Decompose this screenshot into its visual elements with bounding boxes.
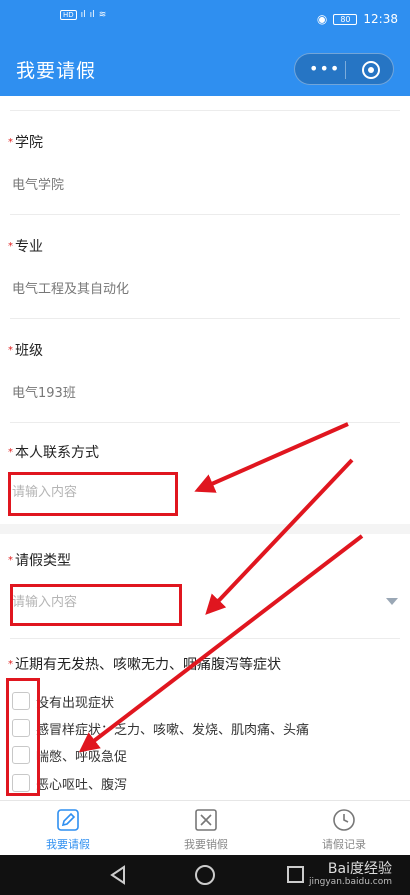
divider <box>10 638 400 639</box>
chevron-down-icon[interactable] <box>386 598 398 605</box>
annotation-box-leave-type <box>10 584 182 626</box>
divider <box>10 110 400 111</box>
system-nav-bar: Bai度经验 jingyan.baidu.com <box>0 855 410 895</box>
home-icon[interactable] <box>195 865 215 885</box>
annotation-box-checkboxes <box>6 678 40 796</box>
required-mark: * <box>8 659 13 670</box>
required-mark: * <box>8 447 13 458</box>
annotation-box-contact <box>8 472 178 516</box>
major-value: 电气工程及其自动化 <box>12 282 130 297</box>
capsule-divider <box>345 61 346 79</box>
required-mark: * <box>8 555 13 566</box>
battery-icon: 80 <box>333 13 358 25</box>
status-right: ◉ 80 12:38 <box>317 12 398 26</box>
clock-time: 12:38 <box>363 12 398 26</box>
tab-label: 我要销假 <box>184 838 228 851</box>
tab-label: 请假记录 <box>322 838 366 851</box>
tab-bar: 我要请假 我要销假 请假记录 <box>0 800 410 855</box>
field-label: * 专业 <box>8 239 43 255</box>
tab-cancel-leave[interactable]: 我要销假 <box>146 807 266 852</box>
nav-bar: 我要请假 ••• <box>0 44 410 96</box>
pencil-icon <box>57 809 79 831</box>
signal-icon: ıl <box>89 10 95 20</box>
tab-label: 我要请假 <box>46 838 90 851</box>
college-value: 电气学院 <box>12 178 65 193</box>
miniprogram-capsule: ••• <box>294 53 394 85</box>
required-mark: * <box>8 345 13 356</box>
cancel-box-icon <box>195 809 217 831</box>
divider <box>10 422 400 423</box>
divider <box>10 318 400 319</box>
option-label: 喘憋、呼吸急促 <box>36 749 128 765</box>
tab-leave-records[interactable]: 请假记录 <box>284 807 404 852</box>
hd-badge: HD <box>60 10 77 20</box>
option-label: 没有出现症状 <box>36 695 115 711</box>
watermark: Bai度经验 jingyan.baidu.com <box>308 861 392 889</box>
field-label: * 学院 <box>8 135 43 151</box>
recents-icon[interactable] <box>287 866 304 883</box>
field-label: * 请假类型 <box>8 553 71 569</box>
divider <box>10 214 400 215</box>
signal-icon: ıl <box>80 10 86 20</box>
signal-indicators: HD ıl ıl ≋ <box>60 10 106 20</box>
class-value: 电气193班 <box>12 386 76 401</box>
field-label: * 近期有无发热、咳嗽无力、咽痛腹泻等症状 <box>8 657 281 673</box>
back-icon[interactable] <box>110 865 125 885</box>
wifi-icon: ≋ <box>98 10 107 20</box>
symptom-option[interactable]: 感冒样症状：乏力、咳嗽、发烧、肌肉痛、头痛 <box>12 717 309 739</box>
leave-form: * 学院 电气学院 * 专业 电气工程及其自动化 * 班级 电气193班 * 本人联系方… <box>0 96 410 800</box>
more-dots-icon[interactable]: ••• <box>309 61 340 77</box>
section-gap <box>0 524 410 534</box>
watermark-brand: Bai度经验 <box>327 861 392 877</box>
watermark-url: jingyan.baidu.com <box>308 877 392 887</box>
clock-icon <box>333 809 355 831</box>
option-label: 恶心呕吐、腹泻 <box>36 777 128 793</box>
option-label: 感冒样症状：乏力、咳嗽、发烧、肌肉痛、头痛 <box>36 722 310 738</box>
target-circle-icon[interactable] <box>362 61 380 79</box>
field-label: * 本人联系方式 <box>8 445 99 461</box>
page-title: 我要请假 <box>16 60 97 82</box>
field-label: * 班级 <box>8 343 43 359</box>
required-mark: * <box>8 241 13 252</box>
tab-request-leave[interactable]: 我要请假 <box>8 807 128 852</box>
status-bar: HD ıl ıl ≋ ◉ 80 12:38 <box>0 0 410 44</box>
required-mark: * <box>8 137 13 148</box>
vibrate-icon: ◉ <box>316 12 328 26</box>
